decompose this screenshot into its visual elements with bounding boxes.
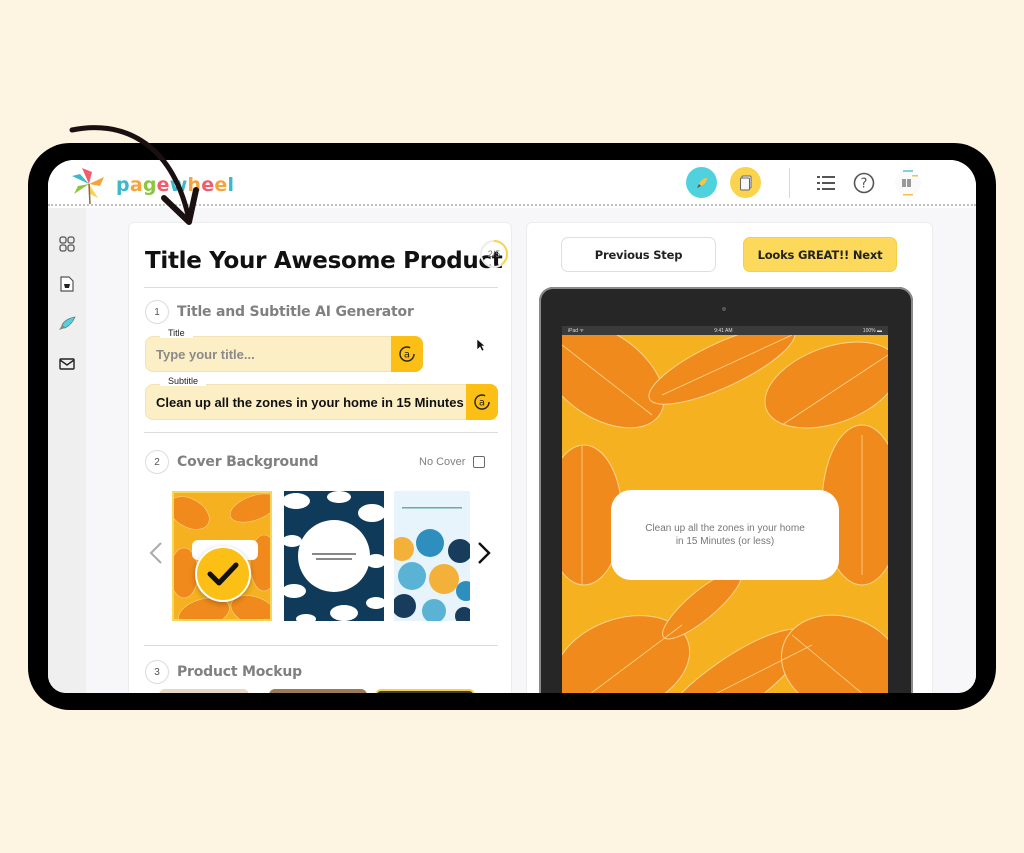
ipad-status-bar: iPad ᯤ 9:41 AM 100% ▬ [562, 326, 888, 335]
sidebar-item-launch[interactable] [57, 314, 77, 334]
ai-generate-icon: a [474, 394, 490, 410]
document-icon [739, 175, 751, 190]
floral-pattern [394, 491, 470, 621]
document-button[interactable] [730, 167, 761, 198]
selected-badge [195, 546, 251, 602]
section-label: Product Mockup [177, 664, 302, 680]
cover-subtitle-text: Clean up all the zones in your home in 1… [645, 523, 805, 547]
toolbar-divider [789, 168, 790, 198]
mouse-cursor-icon [476, 338, 486, 352]
svg-text:a: a [404, 350, 410, 361]
title-ai-generate-button[interactable]: a [391, 336, 423, 372]
no-cover-label: No Cover [419, 456, 466, 468]
preview-panel: Previous Step Looks GREAT!! Next iPad ᯤ … [526, 222, 933, 693]
page-title: Title Your Awesome Product [145, 248, 503, 274]
section-label: Title and Subtitle AI Generator [177, 304, 414, 320]
section-title-generator: 1 Title and Subtitle AI Generator [145, 300, 414, 324]
clouds-pattern [284, 491, 384, 621]
step-number: 2 [145, 450, 169, 474]
subtitle-input[interactable] [156, 385, 464, 419]
no-cover-checkbox[interactable] [473, 456, 486, 468]
sidebar-item-messages[interactable] [57, 354, 77, 374]
help-button[interactable]: ? [851, 170, 877, 196]
svg-text:?: ? [861, 177, 868, 192]
status-battery: 100% ▬ [862, 327, 882, 334]
ai-generate-icon: a [399, 346, 415, 362]
logo[interactable]: pagewheel [68, 164, 234, 206]
sidebar-item-products[interactable] [57, 274, 77, 294]
rocket-icon [696, 177, 707, 188]
mockup-thumbnail[interactable] [375, 689, 475, 693]
carousel-prev-button[interactable] [149, 541, 163, 569]
pinwheel-logo-icon [72, 168, 104, 205]
chevron-right-icon [478, 542, 491, 564]
sidebar-item-dashboard[interactable] [57, 234, 77, 254]
no-cover-option[interactable]: No Cover [419, 456, 486, 468]
cover-thumbnail-navy-clouds[interactable] [284, 491, 384, 621]
list-icon [817, 176, 835, 190]
file-icon [60, 276, 74, 292]
mockup-thumbnail[interactable] [159, 689, 249, 693]
chevron-left-icon [149, 542, 162, 564]
editor-panel: Title Your Awesome Product 2/5 1 Title a… [128, 222, 512, 693]
step-number: 1 [145, 300, 169, 324]
app-window: pagewheel ? Title Your Awesome Product 2… [48, 160, 976, 693]
cover-preview: iPad ᯤ 9:41 AM 100% ▬ Clean up all the z… [562, 326, 888, 693]
step-progress-label: 2/5 [487, 249, 501, 259]
help-icon: ? [853, 172, 875, 194]
rocket-icon [59, 316, 76, 330]
status-time: 9:41 AM [714, 327, 733, 334]
subtitle-ai-generate-button[interactable]: a [466, 384, 498, 420]
app-name: pagewheel [116, 174, 235, 196]
camera [722, 307, 726, 311]
title-input[interactable] [156, 337, 388, 371]
title-field: Title a [145, 328, 423, 372]
top-bar: pagewheel ? [48, 160, 976, 206]
carousel-next-button[interactable] [477, 541, 491, 569]
checkmark-icon [207, 562, 239, 586]
sidebar [48, 208, 86, 693]
cover-thumbnail-blue-floral[interactable] [394, 491, 470, 621]
section-label: Cover Background [177, 454, 319, 470]
grid-icon [59, 236, 75, 252]
ipad-mockup: iPad ᯤ 9:41 AM 100% ▬ Clean up all the z… [539, 287, 913, 693]
divider [144, 287, 498, 288]
mail-icon [59, 358, 75, 370]
list-button[interactable] [813, 170, 839, 196]
laptop-frame: pagewheel ? Title Your Awesome Product 2… [28, 143, 996, 710]
divider [144, 645, 498, 646]
product-thumbnail-icon [895, 170, 921, 196]
previous-step-button[interactable]: Previous Step [561, 237, 716, 272]
mockup-thumbnail[interactable] [269, 689, 367, 693]
rocket-button[interactable] [686, 167, 717, 198]
status-carrier: iPad ᯤ [568, 327, 584, 334]
subtitle-field: Subtitle a [145, 376, 498, 420]
divider [144, 432, 498, 433]
section-product-mockup: 3 Product Mockup [145, 660, 302, 684]
cover-text-card: Clean up all the zones in your home in 1… [611, 490, 839, 580]
section-cover-background: 2 Cover Background [145, 450, 319, 474]
product-thumbnail-button[interactable] [894, 166, 922, 200]
step-number: 3 [145, 660, 169, 684]
next-step-button[interactable]: Looks GREAT!! Next [743, 237, 897, 272]
svg-text:a: a [479, 398, 485, 409]
